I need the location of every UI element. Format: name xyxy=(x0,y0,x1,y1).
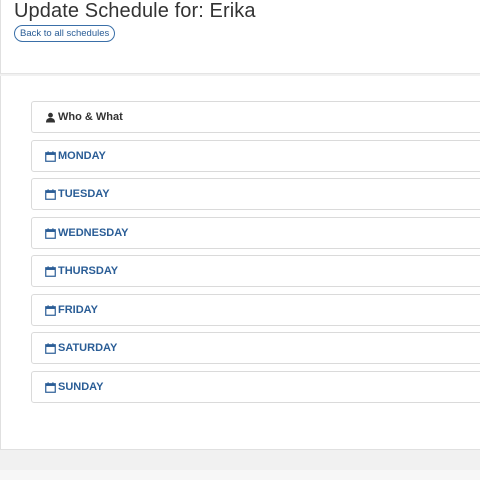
calendar-icon xyxy=(45,227,56,239)
section-saturday-label: SATURDAY xyxy=(58,342,118,354)
page-header: Update Schedule for: Erika Back to all s… xyxy=(0,0,480,74)
section-sunday[interactable]: SUNDAY xyxy=(31,371,480,403)
calendar-icon xyxy=(45,188,56,200)
page-title: Update Schedule for: Erika xyxy=(14,0,256,22)
section-wednesday-label: WEDNESDAY xyxy=(58,227,129,239)
calendar-icon xyxy=(45,150,56,162)
calendar-icon xyxy=(45,381,56,393)
section-thursday-label: THURSDAY xyxy=(58,265,119,277)
section-wednesday[interactable]: WEDNESDAY xyxy=(31,217,480,249)
section-monday-label: MONDAY xyxy=(58,150,106,162)
page: Update Schedule for: Erika Back to all s… xyxy=(0,0,480,480)
section-tuesday-label: TUESDAY xyxy=(58,188,110,200)
section-saturday[interactable]: SATURDAY xyxy=(31,332,480,364)
schedule-panel: Who & What MONDAY TUESDAY WEDNESDAY THUR… xyxy=(0,76,480,450)
calendar-icon xyxy=(45,304,56,316)
section-friday[interactable]: FRIDAY xyxy=(31,294,480,326)
section-who-what[interactable]: Who & What xyxy=(31,101,480,133)
section-thursday[interactable]: THURSDAY xyxy=(31,255,480,287)
section-tuesday[interactable]: TUESDAY xyxy=(31,178,480,210)
section-monday[interactable]: MONDAY xyxy=(31,140,480,172)
footer-band xyxy=(0,470,480,480)
calendar-icon xyxy=(45,342,56,354)
section-sunday-label: SUNDAY xyxy=(58,381,104,393)
calendar-icon xyxy=(45,265,56,277)
user-icon xyxy=(45,112,56,123)
back-to-schedules-button[interactable]: Back to all schedules xyxy=(14,25,116,42)
section-friday-label: FRIDAY xyxy=(58,304,98,316)
section-who-what-label: Who & What xyxy=(58,111,123,123)
